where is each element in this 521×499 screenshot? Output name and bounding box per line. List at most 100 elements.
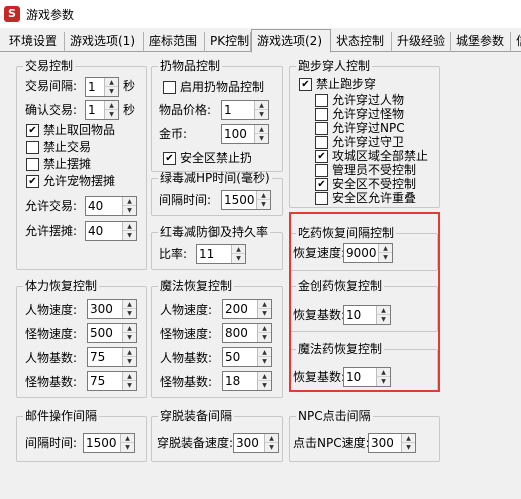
spin-down-icon[interactable]: ▼ — [123, 309, 136, 318]
checkbox-icon[interactable] — [315, 192, 328, 205]
red-poison-input[interactable] — [197, 245, 231, 263]
spin-up-icon[interactable]: ▲ — [123, 222, 136, 231]
spin-up-icon[interactable]: ▲ — [377, 368, 390, 377]
allow-through-player-checkbox[interactable]: 允许穿过人物 — [315, 93, 435, 108]
gold-medicine-input[interactable] — [344, 306, 376, 324]
checkbox-icon[interactable]: ✔ — [26, 124, 39, 137]
mp-monster-base-spinner[interactable]: ▲▼ — [222, 371, 272, 391]
no-run-through-checkbox[interactable]: ✔ 禁止跑步穿 — [299, 77, 429, 92]
spin-down-icon[interactable]: ▼ — [123, 206, 136, 215]
tab-info[interactable]: 信 — [511, 32, 521, 52]
magic-medicine-arrows[interactable]: ▲ ▼ — [376, 368, 390, 386]
safe-zone-overlap-checkbox[interactable]: 安全区允许重叠 — [315, 191, 435, 206]
checkbox-icon[interactable] — [315, 122, 328, 135]
red-poison-arrows[interactable]: ▲ ▼ — [231, 245, 245, 263]
spin-up-icon[interactable]: ▲ — [105, 101, 118, 110]
spin-up-icon[interactable]: ▲ — [257, 191, 270, 200]
allow-trade-arrows[interactable]: ▲ ▼ — [122, 197, 136, 215]
allow-through-guard-checkbox[interactable]: 允许穿过守卫 — [315, 135, 435, 150]
allow-stall-spinner[interactable]: ▲▼ — [85, 221, 137, 241]
checkbox-icon[interactable]: ✔ — [299, 78, 312, 91]
npc-click-input[interactable] — [369, 434, 401, 452]
spin-down-icon[interactable]: ▼ — [105, 87, 118, 96]
equip-interval-input[interactable] — [234, 434, 264, 452]
trade-confirm-spinner[interactable]: ▲▼ — [85, 100, 119, 120]
trade-interval-spinner[interactable]: ▲▼ — [85, 77, 119, 97]
tab-environment[interactable]: 环境设置 — [4, 32, 65, 52]
spin-down-icon[interactable]: ▼ — [121, 443, 134, 452]
spin-up-icon[interactable]: ▲ — [258, 348, 271, 357]
npc-click-arrows[interactable]: ▲ ▼ — [401, 434, 415, 452]
checkbox-icon[interactable] — [315, 136, 328, 149]
gold-arrows[interactable]: ▲ ▼ — [254, 125, 268, 143]
mp-player-base-input[interactable] — [223, 348, 257, 366]
spin-up-icon[interactable]: ▲ — [123, 300, 136, 309]
mp-player-speed-input[interactable] — [223, 300, 257, 318]
tab-level-experience[interactable]: 升级经验 — [392, 32, 451, 52]
checkbox-icon[interactable]: ✔ — [315, 178, 328, 191]
equip-interval-arrows[interactable]: ▲ ▼ — [264, 434, 278, 452]
green-poison-arrows[interactable]: ▲ ▼ — [256, 191, 270, 209]
checkbox-icon[interactable] — [315, 164, 328, 177]
checkbox-icon[interactable] — [26, 141, 39, 154]
spin-down-icon[interactable]: ▼ — [377, 377, 390, 386]
hp-player-base-spinner[interactable]: ▲▼ — [87, 347, 137, 367]
allow-through-monster-checkbox[interactable]: 允许穿过怪物 — [315, 107, 435, 122]
spin-up-icon[interactable]: ▲ — [377, 306, 390, 315]
safe-zone-no-drop-checkbox[interactable]: ✔ 安全区禁止扔 — [163, 151, 278, 166]
checkbox-icon[interactable] — [163, 81, 176, 94]
spin-up-icon[interactable]: ▲ — [255, 101, 268, 110]
checkbox-icon[interactable]: ✔ — [315, 150, 328, 163]
checkbox-icon[interactable] — [315, 94, 328, 107]
mp-player-base-spinner[interactable]: ▲▼ — [222, 347, 272, 367]
siege-area-ban-checkbox[interactable]: ✔ 攻城区域全部禁止 — [315, 149, 435, 164]
spin-down-icon[interactable]: ▼ — [258, 309, 271, 318]
checkbox-icon[interactable] — [26, 158, 39, 171]
spin-down-icon[interactable]: ▼ — [232, 254, 245, 263]
trade-interval-arrows[interactable]: ▲ ▼ — [104, 78, 118, 96]
hp-player-speed-arrows[interactable]: ▲ ▼ — [122, 300, 136, 318]
admin-exempt-checkbox[interactable]: 管理员不受控制 — [315, 163, 435, 178]
spin-down-icon[interactable]: ▼ — [402, 443, 415, 452]
hp-monster-speed-input[interactable] — [88, 324, 122, 342]
spin-up-icon[interactable]: ▲ — [255, 125, 268, 134]
spin-down-icon[interactable]: ▼ — [258, 381, 271, 390]
spin-up-icon[interactable]: ▲ — [123, 348, 136, 357]
pill-recovery-arrows[interactable]: ▲ ▼ — [378, 244, 392, 262]
spin-up-icon[interactable]: ▲ — [105, 78, 118, 87]
spin-up-icon[interactable]: ▲ — [121, 434, 134, 443]
hp-player-base-input[interactable] — [88, 348, 122, 366]
spin-up-icon[interactable]: ▲ — [402, 434, 415, 443]
spin-down-icon[interactable]: ▼ — [379, 253, 392, 262]
hp-monster-base-input[interactable] — [88, 372, 122, 390]
pill-recovery-spinner[interactable]: ▲▼ — [343, 243, 393, 263]
hp-monster-base-arrows[interactable]: ▲ ▼ — [122, 372, 136, 390]
item-price-arrows[interactable]: ▲ ▼ — [254, 101, 268, 119]
mp-monster-speed-input[interactable] — [223, 324, 257, 342]
checkbox-icon[interactable]: ✔ — [26, 175, 39, 188]
spin-down-icon[interactable]: ▼ — [255, 134, 268, 143]
mail-interval-spinner[interactable]: ▲▼ — [83, 433, 135, 453]
spin-down-icon[interactable]: ▼ — [257, 200, 270, 209]
spin-up-icon[interactable]: ▲ — [258, 372, 271, 381]
mail-interval-input[interactable] — [84, 434, 120, 452]
spin-down-icon[interactable]: ▼ — [123, 381, 136, 390]
gold-medicine-spinner[interactable]: ▲▼ — [343, 305, 391, 325]
spin-down-icon[interactable]: ▼ — [123, 357, 136, 366]
mp-player-speed-spinner[interactable]: ▲▼ — [222, 299, 272, 319]
trade-confirm-input[interactable] — [86, 101, 106, 119]
enable-drop-control-checkbox[interactable]: 启用扔物品控制 — [163, 80, 278, 95]
magic-medicine-input[interactable] — [344, 368, 376, 386]
mp-monster-speed-arrows[interactable]: ▲ ▼ — [257, 324, 271, 342]
item-price-input[interactable] — [222, 101, 254, 119]
trade-interval-input[interactable] — [86, 78, 106, 96]
gold-medicine-arrows[interactable]: ▲ ▼ — [376, 306, 390, 324]
tab-coordinate-range[interactable]: 座标范围 — [144, 32, 205, 52]
hp-player-base-arrows[interactable]: ▲ ▼ — [122, 348, 136, 366]
gold-spinner[interactable]: ▲▼ — [221, 124, 269, 144]
tab-status-control[interactable]: 状态控制 — [331, 32, 392, 52]
green-poison-spinner[interactable]: ▲▼ — [221, 190, 271, 210]
spin-up-icon[interactable]: ▲ — [258, 324, 271, 333]
allow-through-npc-checkbox[interactable]: 允许穿过NPC — [315, 121, 435, 136]
allow-stall-arrows[interactable]: ▲ ▼ — [122, 222, 136, 240]
